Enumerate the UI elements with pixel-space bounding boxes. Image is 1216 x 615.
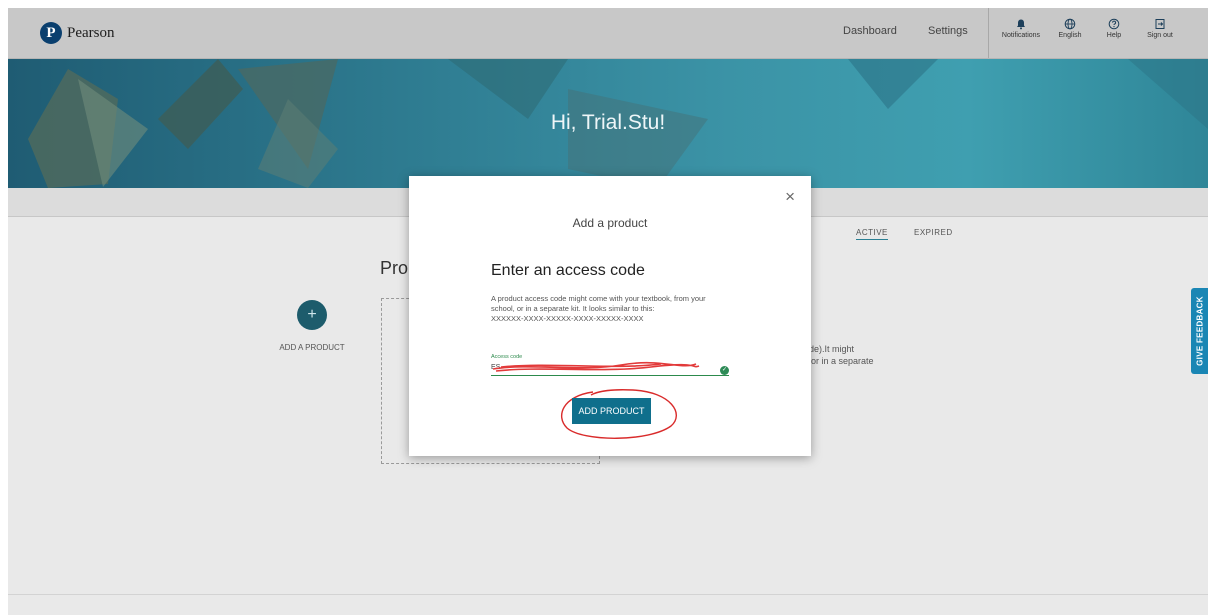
add-product-label[interactable]: ADD A PRODUCT [270, 342, 354, 353]
pearson-logo-mark: P [40, 22, 62, 44]
access-code-input[interactable]: ES [491, 361, 729, 376]
help-label: Help [1106, 32, 1122, 39]
access-code-example: XXXXXX-XXXX-XXXXX-XXXX-XXXXX-XXXX [491, 314, 644, 323]
close-icon[interactable]: × [785, 188, 795, 205]
tab-active[interactable]: ACTIVE [856, 228, 888, 240]
bell-icon [1017, 19, 1025, 30]
sign-out-label: Sign out [1147, 32, 1173, 39]
app-window: P Pearson Dashboard Settings Notificatio… [8, 8, 1208, 615]
add-product-circle-button[interactable]: + [297, 300, 327, 330]
tab-expired[interactable]: EXPIRED [914, 228, 953, 237]
language-label: English [1058, 32, 1082, 39]
notifications-button[interactable]: Notifications [993, 16, 1049, 39]
sign-out-icon [1155, 19, 1165, 29]
access-code-explanation: A product access code might come with yo… [491, 294, 706, 313]
nav-settings[interactable]: Settings [928, 25, 968, 37]
background-help-text: ode).It might l, or in a separate [804, 343, 874, 367]
globe-icon [1064, 18, 1076, 30]
footer-divider [8, 594, 1208, 595]
products-section-title: Pro [380, 258, 409, 278]
pearson-logo[interactable]: P Pearson [40, 22, 115, 44]
dialog-heading: Enter an access code [491, 262, 645, 279]
sign-out-button[interactable]: Sign out [1132, 16, 1188, 39]
add-product-dialog: × Add a product Enter an access code A p… [409, 176, 811, 456]
give-feedback-label: GIVE FEEDBACK [1195, 296, 1204, 366]
top-nav: P Pearson Dashboard Settings Notificatio… [8, 8, 1208, 59]
notifications-label: Notifications [1001, 32, 1041, 39]
help-icon [1108, 18, 1120, 30]
dialog-title: Add a product [572, 216, 648, 230]
hero-banner: Hi, Trial.Stu! [8, 59, 1208, 188]
nav-divider [988, 8, 989, 58]
nav-dashboard[interactable]: Dashboard [843, 25, 897, 37]
greeting-text: Hi, Trial.Stu! [550, 111, 666, 134]
redaction-scribble [492, 361, 700, 372]
background-help-line-1: ode).It might [804, 344, 855, 354]
background-help-line-2: l, or in a separate [804, 356, 874, 366]
give-feedback-tab[interactable]: GIVE FEEDBACK [1191, 288, 1208, 374]
valid-check-icon: ✓ [720, 366, 729, 375]
pearson-logo-text: Pearson [67, 24, 115, 41]
add-product-button[interactable]: ADD PRODUCT [572, 398, 651, 424]
dialog-description: A product access code might come with yo… [491, 294, 731, 324]
